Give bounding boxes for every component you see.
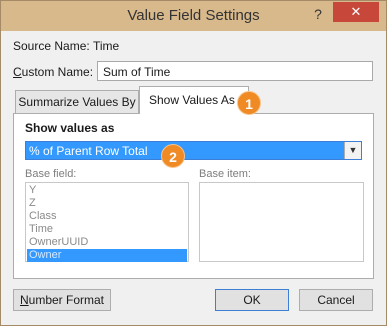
base-item-list[interactable]: [199, 182, 364, 262]
base-field-label: Base field:: [25, 168, 77, 180]
cancel-button[interactable]: Cancel: [299, 289, 373, 311]
show-values-as-heading: Show values as: [25, 121, 115, 135]
list-item[interactable]: Y: [27, 184, 187, 197]
show-values-as-dropdown[interactable]: % of Parent Row Total ▼: [25, 141, 362, 160]
base-field-list[interactable]: Y Z Class Time OwnerUUID Owner: [25, 182, 189, 262]
list-item-selected[interactable]: Owner: [27, 249, 187, 262]
show-values-as-selected: % of Parent Row Total: [29, 144, 148, 158]
custom-name-input[interactable]: Sum of Time: [97, 61, 373, 81]
tab-summarize-values-by[interactable]: Summarize Values By: [15, 90, 139, 113]
source-name-label: Source Name:: [13, 39, 90, 53]
source-name-value: Time: [93, 39, 120, 53]
callout-badge-2: 2: [161, 144, 185, 168]
chevron-down-icon[interactable]: ▼: [344, 142, 361, 159]
list-item[interactable]: Class: [27, 210, 187, 223]
custom-name-label: Custom Name:: [13, 65, 94, 79]
tab-show-values-as[interactable]: Show Values As: [139, 86, 249, 114]
number-format-button[interactable]: Number Format: [13, 289, 111, 311]
close-button[interactable]: ✕: [333, 2, 379, 22]
help-button[interactable]: ?: [307, 3, 329, 25]
list-item[interactable]: OwnerUUID: [27, 236, 187, 249]
value-field-settings-dialog: Value Field Settings ? ✕ Source Name: Ti…: [0, 0, 387, 326]
list-item[interactable]: Z: [27, 197, 187, 210]
base-item-label: Base item:: [199, 168, 251, 180]
callout-badge-1: 1: [237, 91, 261, 115]
ok-button[interactable]: OK: [215, 289, 289, 311]
title-bar[interactable]: Value Field Settings ? ✕: [1, 1, 386, 31]
list-item[interactable]: Time: [27, 223, 187, 236]
